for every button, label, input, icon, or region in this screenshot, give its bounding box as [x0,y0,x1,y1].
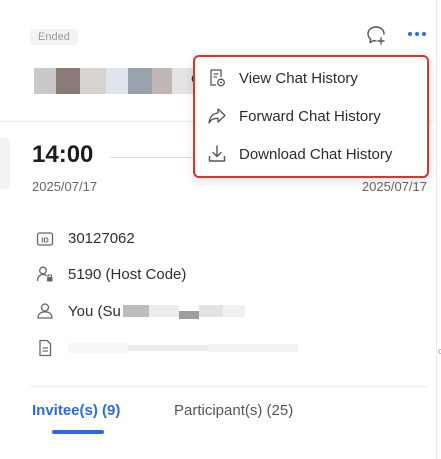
menu-item-label: Forward Chat History [239,107,381,125]
start-time: 14:00 [32,141,94,168]
host-code-row: 5190 (Host Code) [36,265,186,283]
description-redacted [68,343,298,353]
view-history-icon [210,69,225,87]
end-date: 2025/07/17 [361,179,427,194]
organizer-value: You (Su [68,302,121,320]
organizer-row: You (Su [36,302,245,320]
description-row: ₒ [36,339,441,357]
add-chat-icon[interactable] [365,24,387,46]
organizer-redacted [122,303,245,319]
tab-invitees[interactable]: Invitee(s) (9) [32,402,120,419]
status-badge: Ended [30,29,78,45]
host-user-icon [36,266,53,282]
document-icon [39,339,52,357]
meeting-id-value: 30127062 [68,230,135,247]
user-icon [37,303,53,319]
forward-icon [208,108,226,124]
meeting-id-row: ID 30127062 [36,230,135,247]
menu-item-forward-chat-history[interactable]: Forward Chat History [207,106,381,126]
more-options-icon[interactable] [404,26,430,42]
tab-participants[interactable]: Participant(s) (25) [174,402,293,419]
host-code-value: 5190 (Host Code) [68,265,187,283]
id-icon: ID [36,231,54,246]
chat-history-menu: View Chat History Forward Chat History D… [193,55,429,178]
download-icon [208,145,226,162]
meeting-title-redacted [34,68,194,94]
tabs-divider [30,386,428,387]
active-tab-indicator [52,430,104,434]
left-edge-highlight [0,137,10,189]
svg-text:ID: ID [41,235,49,244]
meeting-detail-card: Ended e 14:00 2025/07/17 2025/07/17 [0,0,441,459]
menu-item-download-chat-history[interactable]: Download Chat History [207,144,392,164]
start-date: 2025/07/17 [32,179,98,194]
menu-item-label: View Chat History [239,69,358,87]
menu-item-label: Download Chat History [239,145,393,163]
menu-item-view-chat-history[interactable]: View Chat History [207,68,358,88]
